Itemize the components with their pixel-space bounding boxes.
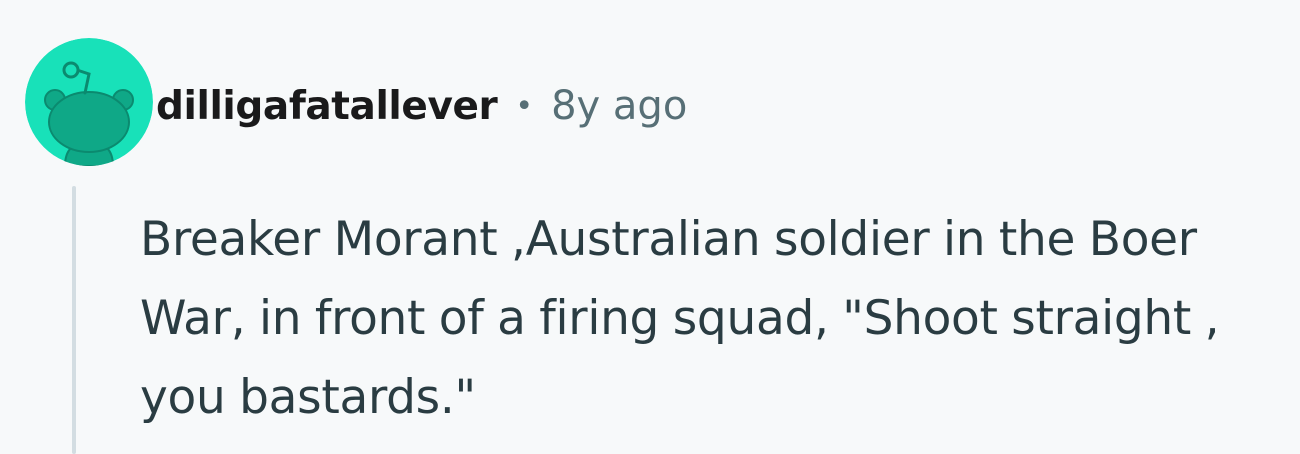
username-link[interactable]: dilligafatallever	[156, 84, 498, 129]
comment-header: dilligafatallever • 8y ago	[156, 78, 687, 134]
comment-timestamp[interactable]: 8y ago	[551, 83, 687, 129]
comment: dilligafatallever • 8y ago Breaker Moran…	[0, 0, 1300, 454]
reddit-snoo-avatar-icon	[25, 38, 153, 166]
comment-body: Breaker Morant ,Australian soldier in th…	[140, 212, 1220, 425]
user-avatar[interactable]	[25, 38, 153, 166]
meta-separator: •	[515, 88, 534, 124]
thread-line[interactable]	[72, 186, 76, 454]
